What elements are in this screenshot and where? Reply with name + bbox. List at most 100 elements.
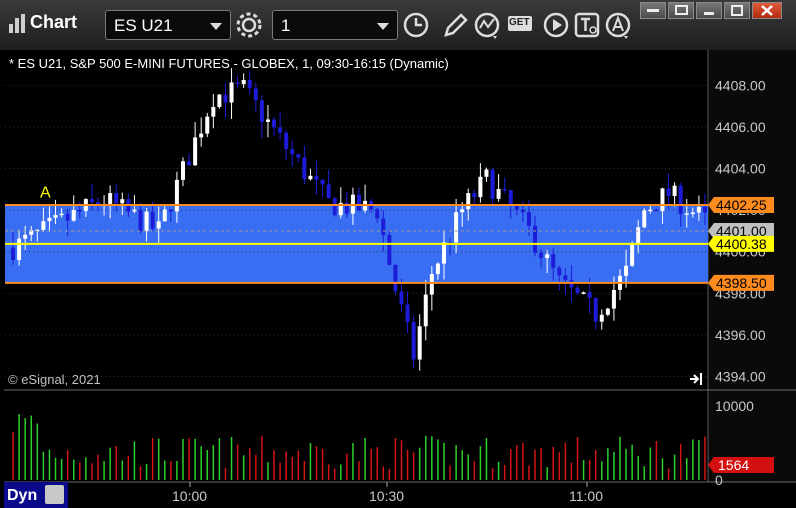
candle-body xyxy=(405,304,410,322)
candle-body xyxy=(65,213,70,221)
window-minimize-button[interactable] xyxy=(696,2,722,19)
chart-area[interactable]: 4408.004406.004404.004402.004400.004398.… xyxy=(4,50,796,508)
candle-body xyxy=(460,209,465,213)
candle-body xyxy=(217,94,222,107)
chevron-down-icon xyxy=(377,23,389,30)
volume-tick-label: 0 xyxy=(715,472,723,488)
candle-body xyxy=(624,265,629,276)
candle-body xyxy=(654,209,659,212)
candle-body xyxy=(545,254,550,258)
candle-body xyxy=(381,218,386,236)
candle-body xyxy=(241,79,246,85)
candle-body xyxy=(441,242,446,264)
candle-body xyxy=(284,132,289,150)
lock-icon[interactable] xyxy=(45,485,64,504)
candle-body xyxy=(11,247,16,261)
price-axis-background xyxy=(708,50,796,482)
price-tick-label: 4406.00 xyxy=(715,119,766,135)
candle-body xyxy=(114,193,119,204)
window-close-button[interactable] xyxy=(752,2,782,19)
candle-body xyxy=(454,212,459,243)
candle-body xyxy=(108,193,113,204)
pencil-icon[interactable] xyxy=(440,10,470,40)
candle-body xyxy=(399,291,404,305)
candle-body xyxy=(484,169,489,177)
candle-body xyxy=(630,244,635,266)
candle-body xyxy=(77,209,82,212)
candle-body xyxy=(563,275,568,281)
candle-body xyxy=(636,227,641,245)
candle-body xyxy=(611,289,616,309)
price-pane[interactable]: 4408.004406.004404.004402.004400.004398.… xyxy=(4,50,796,508)
candle-body xyxy=(41,221,46,230)
candle-body xyxy=(247,79,252,89)
window-menu-button[interactable] xyxy=(640,2,666,19)
time-tick-label: 10:30 xyxy=(369,488,404,504)
play-icon[interactable] xyxy=(542,10,572,40)
candle-body xyxy=(587,292,592,298)
candle-body xyxy=(314,175,319,180)
candle-body xyxy=(272,119,277,128)
candle-body xyxy=(581,292,586,294)
interval-select[interactable]: 1 xyxy=(272,10,398,40)
volume-study-name: Dyn xyxy=(7,487,37,504)
candle-body xyxy=(551,254,556,268)
candle-body xyxy=(429,274,434,295)
candle-body xyxy=(205,116,210,134)
alert-icon[interactable] xyxy=(604,10,634,40)
window-maximize-button[interactable] xyxy=(724,2,750,19)
candle-body xyxy=(89,199,94,203)
candle-body xyxy=(138,209,143,232)
candle-body xyxy=(702,206,707,213)
candle-body xyxy=(605,308,610,315)
candle-body xyxy=(599,314,604,322)
text-tool-icon[interactable] xyxy=(573,10,603,40)
candle-body xyxy=(508,190,513,206)
get-label: GET xyxy=(509,17,530,28)
candle-body xyxy=(520,209,525,213)
candle-body xyxy=(648,209,653,212)
get-data-icon[interactable]: GET xyxy=(508,16,532,31)
chart-header: * ES U21, S&P 500 E-MINI FUTURES - GLOBE… xyxy=(9,56,449,71)
settings-gear-icon[interactable] xyxy=(234,10,264,40)
candle-body xyxy=(120,199,125,204)
candle-body xyxy=(690,212,695,215)
level-tag-label: 4398.50 xyxy=(716,275,767,291)
candle-body xyxy=(575,287,580,294)
candle-body xyxy=(393,264,398,292)
candle-body xyxy=(435,263,440,275)
candle-body xyxy=(642,210,647,228)
candle-body xyxy=(539,252,544,258)
candle-body xyxy=(502,188,507,191)
candle-body xyxy=(375,209,380,219)
price-tick-label: 4408.00 xyxy=(715,77,766,93)
candle-body xyxy=(132,209,137,212)
candle-body xyxy=(320,179,325,185)
candle-body xyxy=(278,127,283,133)
candle-body xyxy=(23,234,28,239)
candle-body xyxy=(666,188,671,196)
candle-body xyxy=(308,175,313,180)
candle-body xyxy=(302,157,307,180)
volume-label: Dyn xyxy=(4,482,68,508)
candle-body xyxy=(162,209,167,222)
clock-icon[interactable] xyxy=(401,10,431,40)
candle-body xyxy=(326,184,331,199)
candle-body xyxy=(557,267,562,276)
candle-body xyxy=(514,205,519,210)
candle-body xyxy=(472,193,477,198)
candle-body xyxy=(53,214,58,218)
candle-body xyxy=(150,211,155,229)
symbol-value: ES U21 xyxy=(114,16,173,35)
candle-body xyxy=(423,294,428,327)
candle-body xyxy=(71,209,76,221)
price-tick-label: 4394.00 xyxy=(715,369,766,385)
candle-body xyxy=(47,217,52,222)
study-icon[interactable] xyxy=(473,10,503,40)
symbol-select[interactable]: ES U21 xyxy=(105,10,231,40)
candle-body xyxy=(187,161,192,166)
candle-body xyxy=(496,188,501,199)
chevron-down-icon xyxy=(210,23,222,30)
candle-body xyxy=(229,82,234,103)
window-restore-button[interactable] xyxy=(668,2,694,19)
